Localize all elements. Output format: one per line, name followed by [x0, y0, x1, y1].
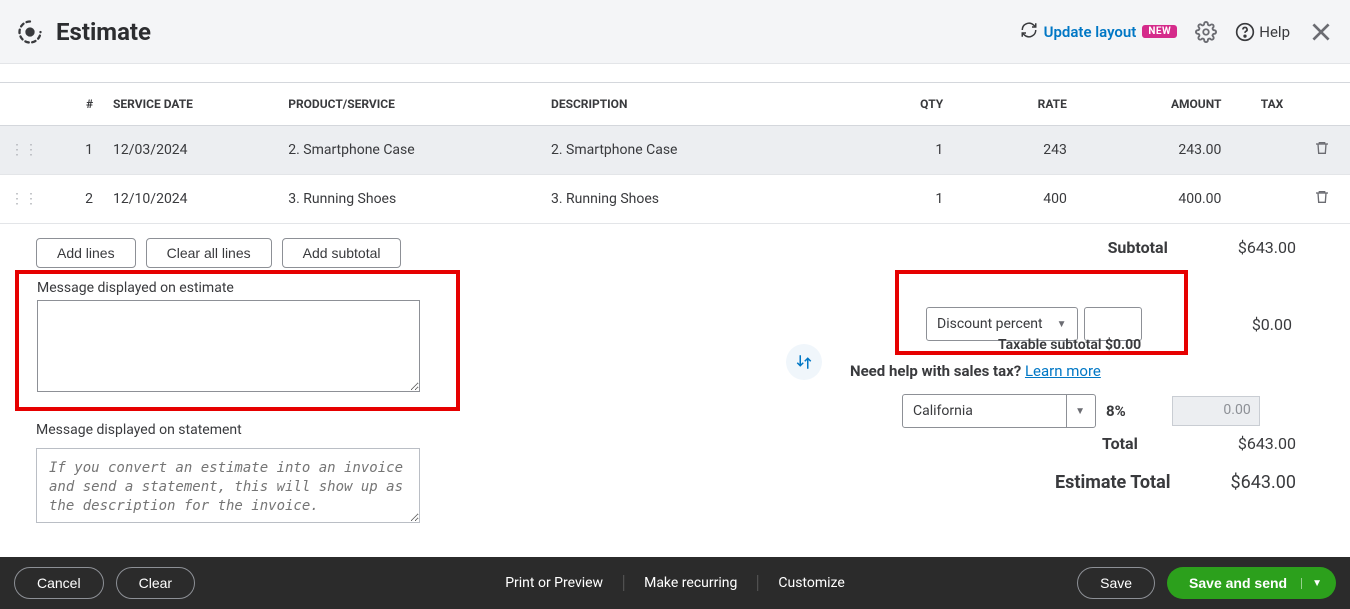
sales-tax-help-text: Need help with sales tax? [850, 362, 1021, 380]
header: Estimate Update layout NEW Help [0, 0, 1350, 64]
drag-handle-icon[interactable]: ⋮⋮ [10, 142, 38, 158]
message-statement-label: Message displayed on statement [36, 422, 426, 438]
cell-amount: 400.00 [1077, 175, 1232, 224]
discount-amount: $0.00 [1232, 315, 1292, 334]
swap-discount-tax-icon[interactable] [786, 344, 822, 380]
cell-qty[interactable]: 1 [881, 175, 953, 224]
save-and-send-label: Save and send [1189, 575, 1287, 591]
col-product: PRODUCT/SERVICE [278, 83, 541, 126]
gear-icon[interactable] [1195, 21, 1217, 43]
discount-type-value: Discount percent [937, 316, 1043, 332]
message-estimate-label: Message displayed on estimate [37, 280, 438, 296]
delete-row-icon[interactable] [1314, 144, 1330, 160]
table-row[interactable]: ⋮⋮ 2 12/10/2024 3. Running Shoes 3. Runn… [0, 175, 1350, 224]
discount-value-input[interactable] [1084, 307, 1142, 341]
col-tax: TAX [1231, 83, 1293, 126]
tax-jurisdiction-value: California [913, 403, 973, 419]
clear-button[interactable]: Clear [116, 567, 195, 599]
cell-date[interactable]: 12/10/2024 [103, 175, 278, 224]
learn-more-link[interactable]: Learn more [1025, 362, 1101, 380]
cell-rate[interactable]: 243 [953, 126, 1077, 175]
tax-amount: 0.00 [1172, 396, 1260, 426]
taxable-subtotal: Taxable subtotal $0.00 [998, 337, 1141, 353]
estimate-total-label: Estimate Total [1055, 472, 1171, 493]
discount-type-select[interactable]: Discount percent ▼ [926, 307, 1078, 341]
subtotal-label: Subtotal [1108, 238, 1168, 257]
estimate-total-value: $643.00 [1231, 472, 1296, 493]
cell-rate[interactable]: 400 [953, 175, 1077, 224]
footer: Cancel Clear Print or Preview Make recur… [0, 557, 1350, 609]
refresh-icon [1020, 21, 1038, 43]
col-amount: AMOUNT [1077, 83, 1232, 126]
estimate-icon [16, 18, 44, 46]
message-statement-wrap: Message displayed on statement [36, 422, 426, 527]
total-label: Total [1102, 434, 1138, 453]
customize-button[interactable]: Customize [758, 575, 864, 591]
tax-row: California ▼ 8% 0.00 [902, 394, 1260, 428]
clear-all-lines-button[interactable]: Clear all lines [146, 238, 272, 268]
col-service-date: SERVICE DATE [103, 83, 278, 126]
cell-num: 1 [41, 126, 103, 175]
annotation-message-estimate: Message displayed on estimate [15, 270, 460, 411]
update-layout-text: Update layout [1044, 23, 1137, 41]
cell-product[interactable]: 2. Smartphone Case [278, 126, 541, 175]
cell-num: 2 [41, 175, 103, 224]
chevron-down-icon: ▼ [1075, 406, 1085, 417]
help-label: Help [1259, 23, 1290, 41]
sales-tax-help: Need help with sales tax? Learn more [850, 362, 1101, 380]
discount-row: Discount percent ▼ $0.00 [902, 307, 1292, 341]
total-value: $643.00 [1238, 434, 1296, 453]
taxable-subtotal-value: $0.00 [1105, 337, 1141, 353]
chevron-down-icon[interactable]: ▼ [1301, 578, 1322, 589]
col-rate: RATE [953, 83, 1077, 126]
help-button[interactable]: Help [1235, 22, 1290, 42]
line-items-table: # SERVICE DATE PRODUCT/SERVICE DESCRIPTI… [0, 82, 1350, 224]
tax-jurisdiction-select[interactable]: California ▼ [902, 394, 1096, 428]
table-row[interactable]: ⋮⋮ 1 12/03/2024 2. Smartphone Case 2. Sm… [0, 126, 1350, 175]
cell-product[interactable]: 3. Running Shoes [278, 175, 541, 224]
col-number: # [41, 83, 103, 126]
add-subtotal-button[interactable]: Add subtotal [282, 238, 402, 268]
drag-handle-icon[interactable]: ⋮⋮ [10, 191, 38, 207]
add-lines-button[interactable]: Add lines [36, 238, 136, 268]
cell-tax[interactable] [1231, 175, 1293, 224]
delete-row-icon[interactable] [1314, 193, 1330, 209]
cell-description[interactable]: 2. Smartphone Case [541, 126, 881, 175]
make-recurring-button[interactable]: Make recurring [624, 575, 758, 591]
message-statement-input[interactable] [36, 448, 420, 523]
col-qty: QTY [881, 83, 953, 126]
update-layout-link[interactable]: Update layout NEW [1020, 21, 1178, 43]
taxable-subtotal-label: Taxable subtotal [998, 337, 1101, 353]
tax-rate: 8% [1106, 402, 1126, 420]
cell-date[interactable]: 12/03/2024 [103, 126, 278, 175]
cell-tax[interactable] [1231, 126, 1293, 175]
save-button[interactable]: Save [1077, 567, 1155, 599]
chevron-down-icon: ▼ [1057, 319, 1067, 330]
page-title: Estimate [56, 18, 151, 46]
cancel-button[interactable]: Cancel [14, 567, 104, 599]
new-badge: NEW [1142, 25, 1177, 38]
close-icon[interactable] [1308, 19, 1334, 45]
print-preview-button[interactable]: Print or Preview [485, 575, 624, 591]
col-description: DESCRIPTION [541, 83, 881, 126]
message-estimate-input[interactable] [37, 300, 420, 392]
save-and-send-button[interactable]: Save and send ▼ [1167, 567, 1336, 599]
cell-description[interactable]: 3. Running Shoes [541, 175, 881, 224]
cell-amount: 243.00 [1077, 126, 1232, 175]
cell-qty[interactable]: 1 [881, 126, 953, 175]
subtotal-value: $643.00 [1238, 238, 1296, 257]
